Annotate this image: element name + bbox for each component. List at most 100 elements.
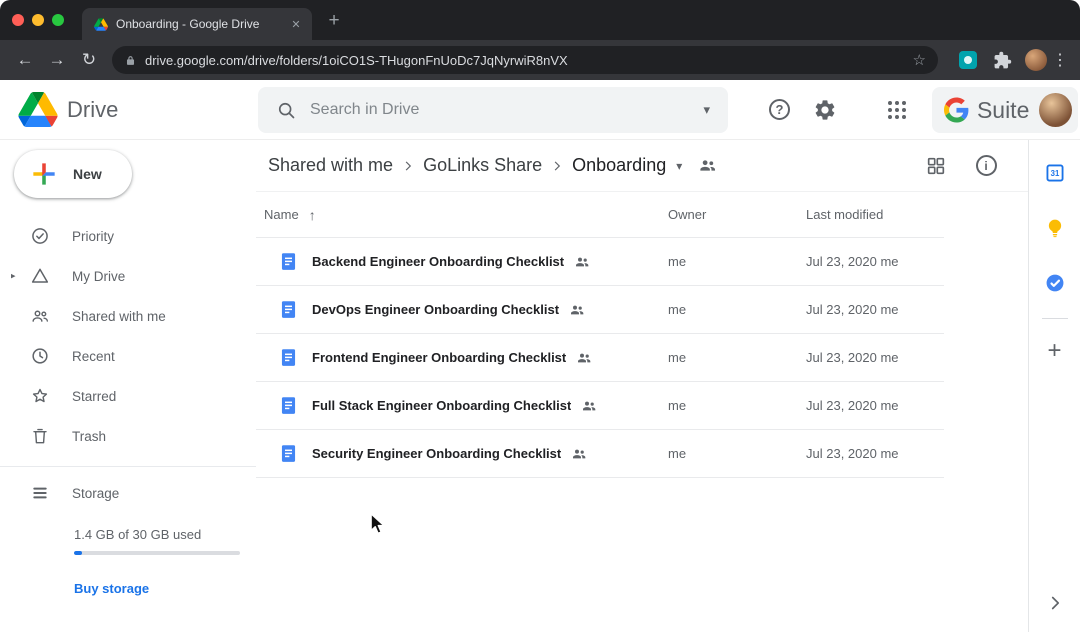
window-minimize-button[interactable] (32, 14, 44, 26)
calendar-button[interactable]: 31 (1044, 162, 1066, 184)
file-row[interactable]: Frontend Engineer Onboarding Checklist m… (256, 334, 944, 382)
storage-icon (30, 483, 50, 503)
window-controls (12, 14, 64, 26)
folder-dropdown-caret-icon[interactable]: ▾ (676, 159, 682, 173)
settings-button[interactable] (813, 98, 837, 122)
lock-icon (124, 54, 137, 67)
browser-profile-button[interactable] (1024, 48, 1048, 72)
rail-divider (1042, 318, 1068, 319)
back-button[interactable]: ← (10, 46, 40, 74)
file-name[interactable]: Backend Engineer Onboarding Checklist (312, 254, 564, 269)
file-last-modified: Jul 23, 2020 me (806, 350, 944, 365)
expand-chevron-icon[interactable]: ▸ (11, 271, 16, 282)
column-header-name[interactable]: Name ↑ (264, 207, 668, 223)
file-list: Backend Engineer Onboarding Checklist me… (256, 238, 1028, 478)
file-name[interactable]: DevOps Engineer Onboarding Checklist (312, 302, 559, 317)
sidebar-item-priority[interactable]: Priority (0, 216, 256, 256)
file-row[interactable]: Full Stack Engineer Onboarding Checklist… (256, 382, 944, 430)
file-last-modified: Jul 23, 2020 me (806, 302, 944, 317)
drive-logo[interactable]: Drive (18, 92, 118, 127)
forward-button[interactable]: → (42, 46, 72, 74)
calendar-date-label: 31 (1050, 169, 1059, 178)
search-bar[interactable]: ▾ (258, 87, 728, 133)
google-docs-icon (278, 299, 299, 320)
calendar-icon: 31 (1044, 162, 1066, 184)
help-button[interactable]: ? (769, 99, 790, 120)
address-bar[interactable]: drive.google.com/drive/folders/1oiCO1S-T… (112, 46, 938, 74)
shared-with-me-icon (30, 306, 50, 326)
keep-button[interactable] (1044, 217, 1066, 239)
grid-view-button[interactable] (924, 154, 948, 178)
search-icon[interactable] (276, 100, 296, 120)
url-text[interactable]: drive.google.com/drive/folders/1oiCO1S-T… (145, 53, 905, 68)
sidebar-item-label: Starred (72, 389, 116, 404)
breadcrumb-golinks-share[interactable]: GoLinks Share (423, 155, 542, 176)
breadcrumb-current-folder[interactable]: Onboarding (572, 155, 666, 176)
main-content: Shared with me GoLinks Share Onboarding … (256, 140, 1028, 632)
new-button-label: New (73, 166, 102, 182)
info-icon: i (976, 155, 997, 176)
google-apps-button[interactable] (885, 98, 909, 122)
google-docs-icon (278, 395, 299, 416)
account-avatar[interactable] (1039, 93, 1072, 127)
file-name[interactable]: Security Engineer Onboarding Checklist (312, 446, 561, 461)
tab-close-icon[interactable]: ✕ (288, 16, 304, 32)
browser-menu-icon[interactable]: ⋮ (1050, 50, 1070, 70)
bookmark-star-icon[interactable]: ☆ (913, 53, 926, 68)
mouse-cursor (370, 513, 386, 535)
gsuite-label: Suite (977, 97, 1029, 124)
shared-people-icon (574, 254, 590, 270)
tasks-button[interactable] (1044, 272, 1066, 294)
column-header-last-modified[interactable]: Last modified (806, 207, 944, 222)
sidebar-item-starred[interactable]: Starred (0, 376, 256, 416)
sidebar-item-shared-with-me[interactable]: Shared with me (0, 296, 256, 336)
window-close-button[interactable] (12, 14, 24, 26)
file-row[interactable]: Backend Engineer Onboarding Checklist me… (256, 238, 944, 286)
sidebar-item-recent[interactable]: Recent (0, 336, 256, 376)
breadcrumb-shared-with-me[interactable]: Shared with me (268, 155, 393, 176)
file-name-cell: Full Stack Engineer Onboarding Checklist (312, 398, 668, 414)
window-zoom-button[interactable] (52, 14, 64, 26)
new-button[interactable]: New (14, 150, 132, 198)
info-button[interactable]: i (974, 154, 998, 178)
teal-extension-icon (959, 51, 977, 69)
shared-people-icon (581, 398, 597, 414)
sidebar-item-trash[interactable]: Trash (0, 416, 256, 456)
browser-tab-strip: Onboarding - Google Drive ✕ + (0, 0, 1080, 40)
file-name[interactable]: Frontend Engineer Onboarding Checklist (312, 350, 566, 365)
get-add-ons-button[interactable]: + (1047, 339, 1061, 363)
reload-button[interactable]: ↻ (74, 46, 104, 74)
sidebar-item-storage[interactable]: Storage (0, 473, 256, 513)
list-header: Name ↑ Owner Last modified (256, 192, 944, 238)
sidebar-item-label: Recent (72, 349, 115, 364)
file-type-cell (264, 251, 312, 272)
file-last-modified: Jul 23, 2020 me (806, 446, 944, 461)
chevron-right-icon (399, 157, 417, 175)
tasks-icon (1044, 272, 1066, 294)
sidebar-item-my-drive[interactable]: ▸ My Drive (0, 256, 256, 296)
screen: Onboarding - Google Drive ✕ + ← → ↻ driv… (0, 0, 1080, 632)
search-input[interactable] (310, 101, 689, 119)
priority-icon (30, 226, 50, 246)
file-type-cell (264, 347, 312, 368)
file-name[interactable]: Full Stack Engineer Onboarding Checklist (312, 398, 571, 413)
file-owner: me (668, 398, 806, 413)
file-type-cell (264, 443, 312, 464)
browser-tab[interactable]: Onboarding - Google Drive ✕ (82, 8, 312, 40)
sidebar-item-label: Priority (72, 229, 114, 244)
collapse-panel-chevron-icon[interactable] (1044, 592, 1066, 614)
google-docs-icon (278, 251, 299, 272)
file-last-modified: Jul 23, 2020 me (806, 398, 944, 413)
column-header-owner[interactable]: Owner (668, 207, 806, 222)
file-row[interactable]: DevOps Engineer Onboarding Checklist me … (256, 286, 944, 334)
file-row[interactable]: Security Engineer Onboarding Checklist m… (256, 430, 944, 478)
extensions-menu-button[interactable] (990, 48, 1014, 72)
new-tab-button[interactable]: + (322, 9, 346, 33)
sort-ascending-icon[interactable]: ↑ (309, 207, 316, 223)
extension-button[interactable] (956, 48, 980, 72)
drive-header: Drive ▾ ? Suite (0, 80, 1080, 140)
search-options-caret-icon[interactable]: ▾ (703, 102, 710, 118)
buy-storage-link[interactable]: Buy storage (0, 581, 256, 596)
grid-view-icon (925, 155, 947, 177)
file-owner: me (668, 350, 806, 365)
